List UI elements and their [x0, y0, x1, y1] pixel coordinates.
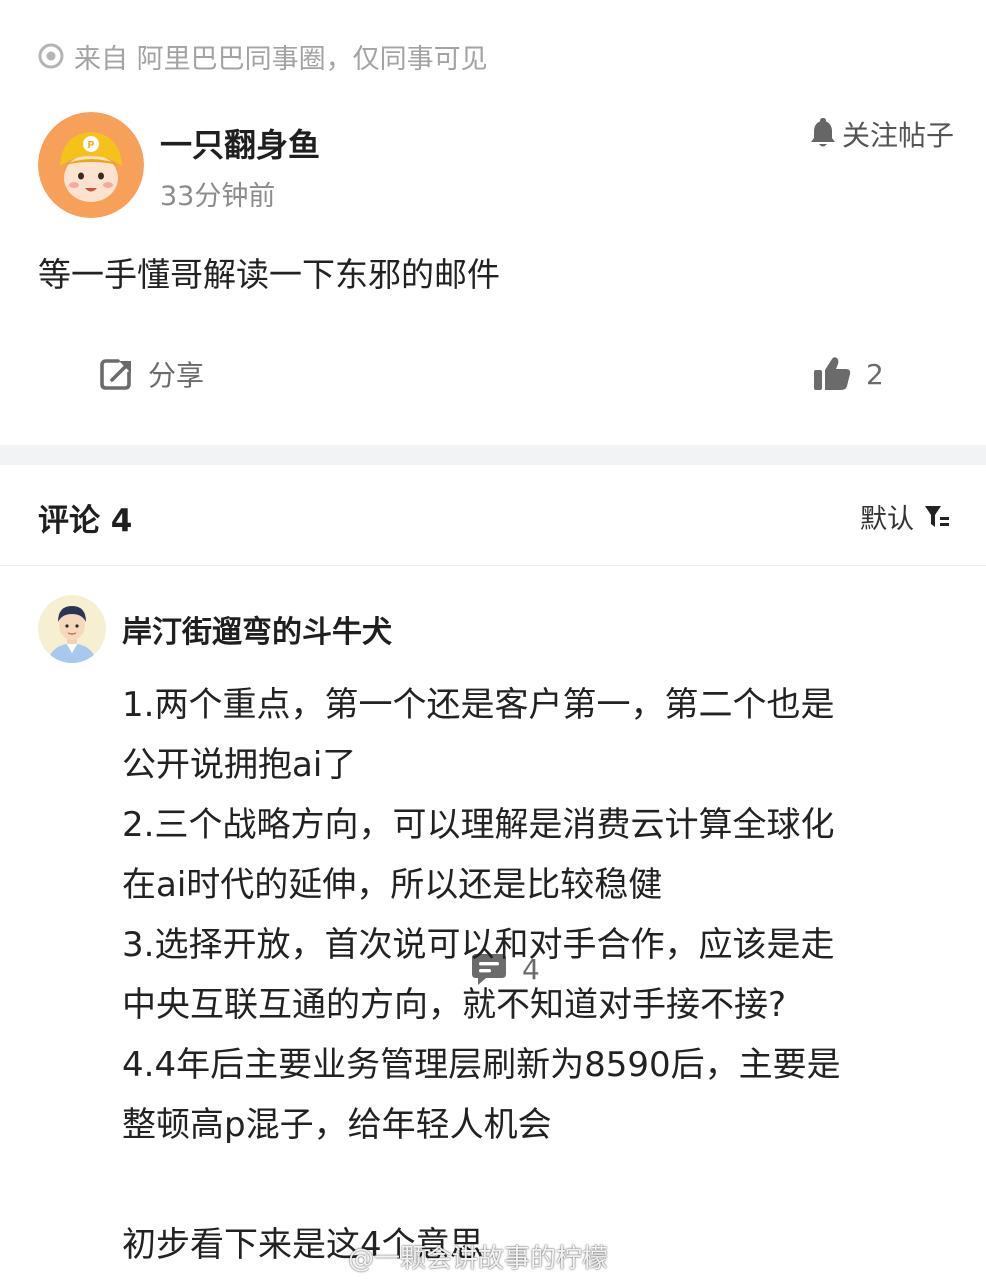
post-timestamp: 33分钟前	[160, 181, 276, 212]
comment-line: 公开说拥抱ai了	[122, 745, 357, 785]
filter-sort-icon	[925, 505, 949, 527]
comment-line: 1.两个重点，第一个还是客户第一，第二个也是	[122, 685, 835, 725]
share-icon	[100, 359, 131, 390]
comments-title: 评论 4	[38, 503, 133, 539]
like-button[interactable]: 2	[812, 346, 884, 402]
like-count: 2	[866, 357, 884, 391]
follow-post-button[interactable]: 关注帖子	[808, 114, 954, 154]
thumbs-up-icon	[814, 357, 851, 390]
cartoon-boy-avatar-icon: P	[38, 112, 144, 218]
cartoon-man-avatar-icon	[38, 595, 106, 663]
post-source-text: 来自 阿里巴巴同事圈，仅同事可见	[74, 43, 488, 75]
sort-button[interactable]: 默认	[860, 497, 950, 536]
section-divider	[0, 445, 986, 465]
bell-icon	[810, 118, 835, 147]
comment-line: 整顿高p混子，给年轻人机会	[122, 1105, 552, 1145]
follow-post-label: 关注帖子	[841, 119, 954, 152]
comment-line: 4.4年后主要业务管理层刷新为8590后，主要是	[122, 1045, 841, 1085]
comment-line: 2.三个战略方向，可以理解是消费云计算全球化	[122, 805, 835, 845]
post-action-bar: 分享 4 2	[0, 346, 986, 986]
comment-line: 3.选择开放，首次说可以和对手合作，应该是走	[122, 925, 835, 965]
post-header: P 一只翻身鱼 33分钟前 关注帖子	[38, 112, 958, 222]
comment-line: 中央互联互通的方向，就不知道对手接不接?	[122, 985, 787, 1025]
sort-label: 默认	[860, 504, 914, 535]
post-content: 等一手懂哥解读一下东邪的邮件	[38, 255, 500, 294]
author-avatar[interactable]: P	[38, 112, 144, 218]
comment-line: 初步看下来是这4个意思	[122, 1225, 484, 1265]
target-icon	[38, 43, 64, 69]
post-source: 来自 阿里巴巴同事圈，仅同事可见	[38, 38, 488, 75]
svg-text:P: P	[88, 140, 95, 151]
commenter-avatar[interactable]	[38, 595, 106, 663]
commenter-name[interactable]: 岸汀街遛弯的斗牛犬	[122, 607, 392, 651]
comments-header: 评论 4 默认	[0, 465, 986, 566]
share-button[interactable]: 分享	[98, 346, 204, 402]
comment-line	[122, 1155, 948, 1215]
comment-line: 在ai时代的延伸，所以还是比较稳健	[122, 865, 663, 905]
comment-content: 1.两个重点，第一个还是客户第一，第二个也是 公开说拥抱ai了 2.三个战略方向…	[122, 675, 948, 1275]
share-label: 分享	[148, 359, 205, 392]
author-name[interactable]: 一只翻身鱼	[160, 120, 320, 166]
